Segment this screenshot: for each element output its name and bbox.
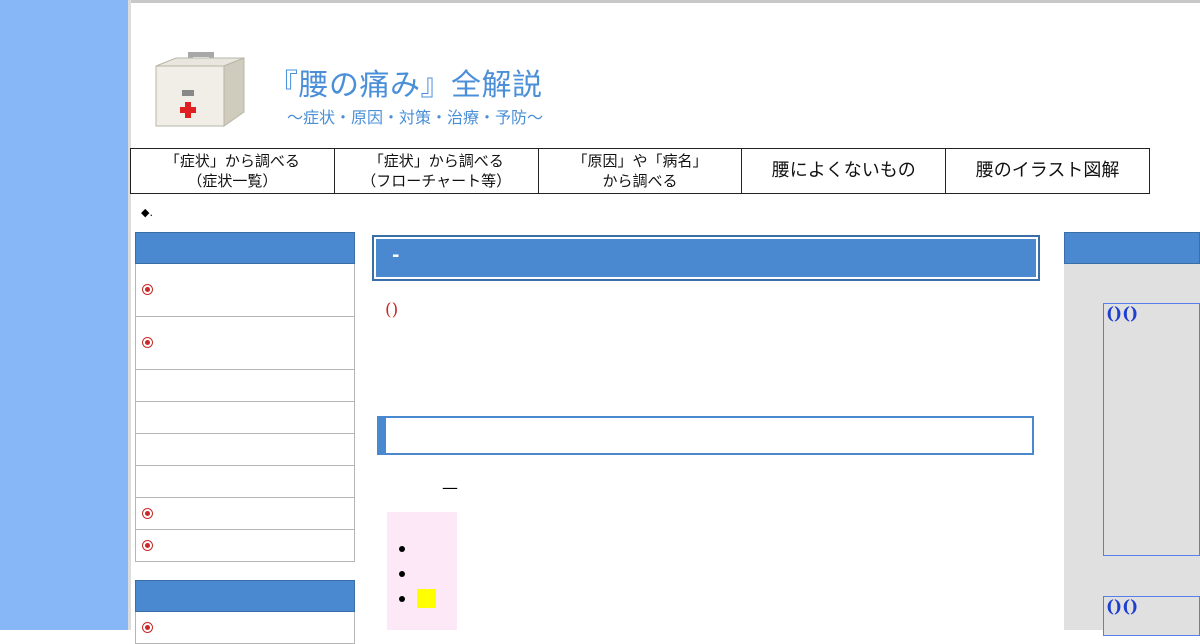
nav-item-label: 「原因」や「病名」 [572,152,708,170]
article-title: - [392,245,400,266]
article-title-bar: - [372,235,1040,281]
red-note: () [385,300,399,320]
top-border [128,0,1200,3]
dash-text: — [442,478,458,497]
sidebar-item[interactable] [135,402,355,434]
left-background [0,0,128,630]
sidebar-item[interactable] [135,434,355,466]
nav-item-sublabel: （症状一覧） [187,172,278,190]
main-nav: 「症状」から調べる （症状一覧） 「症状」から調べる （フローチャート等） 「原… [130,148,1150,194]
bullet-icon [142,540,153,551]
nav-bad-for-back[interactable]: 腰によくないもの [742,149,947,193]
bullet-dot-icon [399,571,405,577]
nav-item-sublabel: から調べる [602,172,678,190]
right-sidebar: ()() ()() [1064,232,1200,636]
nav-symptoms-list[interactable]: 「症状」から調べる （症状一覧） [131,149,335,193]
sidebar-item[interactable] [135,370,355,402]
sidebar-item[interactable] [135,317,355,370]
nav-illustrations[interactable]: 腰のイラスト図解 [946,149,1149,193]
site-subtitle: ～症状・原因・対策・治療・予防～ [287,108,544,127]
sidebar-item[interactable] [135,466,355,498]
bullet-icon [142,508,153,519]
highlight-square [417,589,436,608]
nav-item-label: 「症状」から調べる [368,152,504,170]
nav-item-label: 「症状」から調べる [164,152,300,170]
page-left-border [128,0,131,630]
sidebar-item[interactable] [135,612,355,644]
right-ad-box[interactable]: ()() [1103,596,1200,636]
right-sidebar-heading [1064,232,1200,264]
sidebar-item[interactable] [135,498,355,530]
breadcrumb: ◆. [141,206,153,219]
ad-placeholder-text: ()() [1106,304,1139,324]
nav-item-label: 腰のイラスト図解 [975,160,1120,181]
bullet-dot-icon [399,596,405,602]
nav-item-label: 腰によくないもの [771,160,916,181]
sidebar-heading [135,232,355,264]
sidebar-heading [135,580,355,612]
ad-placeholder-text: ()() [1106,597,1139,617]
site-title[interactable]: 『腰の痛み』全解説 [268,60,543,104]
left-sidebar-2 [135,580,355,644]
section-heading-box [377,416,1034,455]
first-aid-box-icon[interactable] [152,50,248,130]
nav-item-sublabel: （フローチャート等） [361,172,512,190]
bullet-icon [142,337,153,348]
bullet-list [387,538,436,613]
nav-symptoms-flowchart[interactable]: 「症状」から調べる （フローチャート等） [335,149,539,193]
sidebar-item[interactable] [135,530,355,562]
left-sidebar [135,232,355,562]
bullet-icon [142,284,153,295]
nav-causes[interactable]: 「原因」や「病名」 から調べる [539,149,743,193]
bullet-dot-icon [399,546,405,552]
pink-list-box [387,512,457,630]
bullet-icon [142,622,153,633]
right-ad-box[interactable]: ()() [1103,303,1200,556]
sidebar-item[interactable] [135,264,355,317]
